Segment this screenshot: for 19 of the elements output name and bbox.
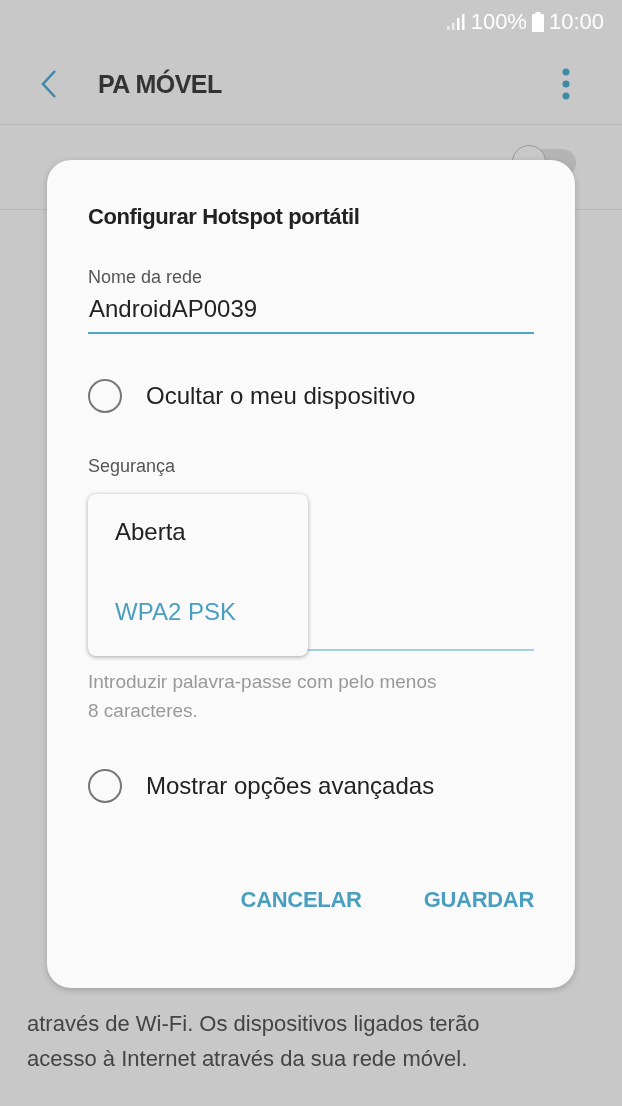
password-hint: Introduzir palavra-passe com pelo menos 8 caracteres. (88, 670, 438, 723)
radio-button[interactable] (88, 379, 122, 413)
hide-device-label: Ocultar o meu dispositivo (146, 382, 416, 410)
field-label: Nome da rede (88, 267, 204, 288)
menu-item[interactable]: Aberta (115, 518, 186, 546)
back-icon[interactable] (40, 69, 58, 99)
advanced-options-label: Mostrar opções avançadas (146, 772, 435, 800)
radio-button[interactable] (88, 769, 122, 803)
battery-icon (531, 12, 544, 32)
menu-item[interactable]: WPA2 PSK (115, 598, 236, 626)
dialog-button[interactable]: CANCELAR (240, 883, 362, 917)
dialog-button[interactable]: GUARDAR (423, 883, 534, 917)
more-options-icon[interactable] (562, 68, 570, 100)
dialog-title: Configurar Hotspot portátil (88, 204, 361, 230)
field-label: Segurança (88, 456, 177, 477)
screen-title: PA MÓVEL (98, 69, 223, 99)
description-text: através de Wi-Fi. Os dispositivos ligados terão acesso à Internet através da sua rede móvel. (26, 1010, 481, 1073)
signal-icon (445, 13, 466, 31)
network-name-field[interactable]: AndroidAP0039 (88, 288, 534, 334)
